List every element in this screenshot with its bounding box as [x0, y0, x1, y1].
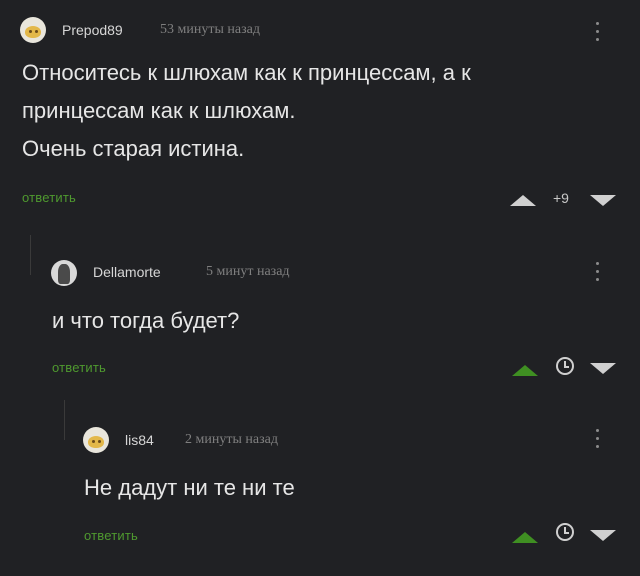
comment-text-line: Относитесь к шлюхам как к принцессам, а … [22, 60, 471, 85]
more-vertical-icon[interactable] [596, 429, 600, 453]
comment-text-line: и что тогда будет? [52, 308, 240, 333]
comment-timestamp: 53 минуты назад [160, 22, 260, 37]
comment-text-line: Очень старая истина. [22, 136, 245, 161]
reply-link[interactable]: ответить [84, 528, 138, 543]
more-vertical-icon[interactable] [596, 22, 600, 46]
comment-timestamp: 5 минут назад [206, 264, 290, 279]
reply-link[interactable]: ответить [22, 190, 76, 205]
comment-timestamp: 2 минуты назад [185, 432, 278, 447]
avatar[interactable] [20, 17, 46, 43]
clock-icon [556, 357, 574, 375]
downvote-arrow-icon[interactable] [590, 363, 616, 374]
comment: lis84 2 минуты назад Не дадут ни те ни т… [0, 405, 640, 576]
comment-username[interactable]: Prepod89 [62, 22, 123, 38]
comment-username[interactable]: lis84 [125, 432, 154, 448]
comment-score: +9 [553, 190, 569, 206]
more-vertical-icon[interactable] [596, 262, 600, 286]
reply-link[interactable]: ответить [52, 360, 106, 375]
downvote-arrow-icon[interactable] [590, 530, 616, 541]
comment: Prepod89 53 минуты назад Относитесь к шл… [0, 0, 640, 230]
upvote-arrow-icon[interactable] [512, 365, 538, 376]
avatar[interactable] [51, 260, 77, 286]
comment-username[interactable]: Dellamorte [93, 264, 161, 280]
clock-icon [556, 523, 574, 541]
avatar[interactable] [83, 427, 109, 453]
comment-text-line: Не дадут ни те ни те [84, 475, 295, 500]
downvote-arrow-icon[interactable] [590, 195, 616, 206]
comment-text-line: принцессам как к шлюхам. [22, 98, 296, 123]
comment: Dellamorte 5 минут назад и что тогда буд… [0, 240, 640, 400]
upvote-arrow-icon[interactable] [512, 532, 538, 543]
upvote-arrow-icon[interactable] [510, 195, 536, 206]
